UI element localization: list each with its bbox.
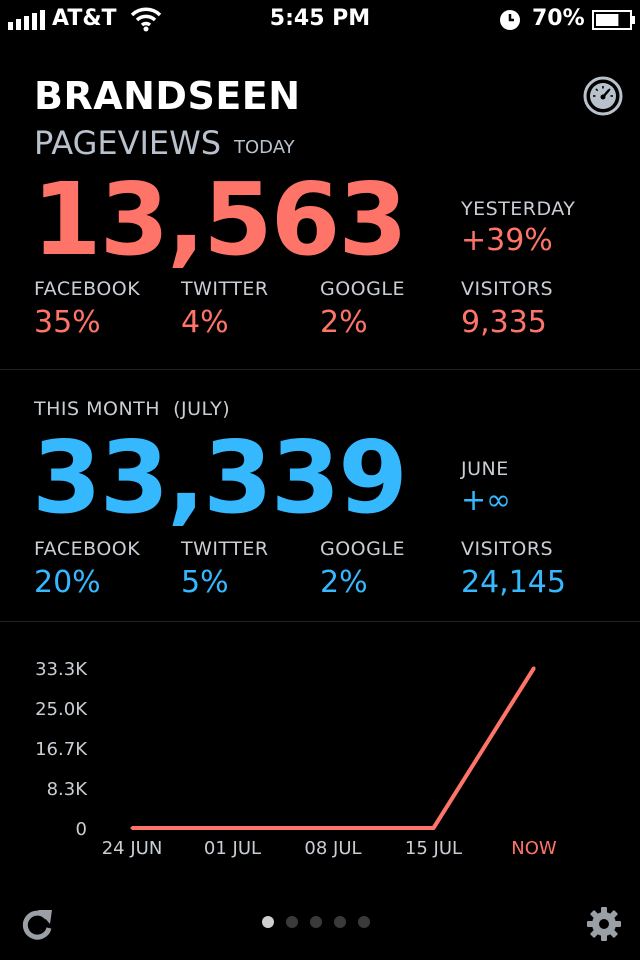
month-heading: THIS MONTH (JULY) xyxy=(34,398,231,420)
x-tick-label: 01 JUL xyxy=(204,838,261,859)
section-divider xyxy=(0,621,640,622)
page-dot[interactable] xyxy=(334,916,346,928)
x-tick-label: 15 JUL xyxy=(405,838,462,859)
y-tick-label: 25.0K xyxy=(35,699,88,720)
pageviews-line-chart: 33.3K 25.0K 16.7K 8.3K 0 24 JUN 01 JUL 08 JUL 15… xyxy=(35,659,557,859)
battery-icon xyxy=(592,10,635,30)
x-tick-label: 24 JUN xyxy=(102,838,163,859)
data-point xyxy=(432,826,435,830)
page-dot[interactable] xyxy=(286,916,298,928)
section-divider xyxy=(0,369,640,370)
period-label: TODAY xyxy=(234,137,295,158)
brand-title: BRANDSEEN xyxy=(34,74,301,118)
page-dot[interactable] xyxy=(262,916,274,928)
pageviews-heading: PAGEVIEWS xyxy=(34,124,222,162)
page-dot[interactable] xyxy=(310,916,322,928)
google-value: 2% xyxy=(320,565,368,600)
google-value: 2% xyxy=(320,305,368,340)
y-tick-label: 0 xyxy=(76,819,87,840)
june-label: JUNE xyxy=(461,458,509,480)
facebook-value: 20% xyxy=(34,565,101,600)
data-point xyxy=(130,826,134,830)
page-indicator[interactable] xyxy=(262,914,382,930)
facebook-value: 35% xyxy=(34,305,101,340)
twitter-label: TWITTER xyxy=(181,538,269,560)
visitors-label: VISITORS xyxy=(461,278,554,300)
twitter-value: 4% xyxy=(181,305,229,340)
y-tick-label: 33.3K xyxy=(35,659,88,680)
visitors-value: 9,335 xyxy=(461,305,547,340)
yesterday-label: YESTERDAY xyxy=(461,198,576,220)
battery-percent: 70% xyxy=(532,6,585,31)
gear-icon[interactable] xyxy=(586,906,622,942)
page-dot[interactable] xyxy=(358,916,370,928)
status-bar: AT&T 5:45 PM 70% xyxy=(0,0,640,40)
refresh-icon[interactable] xyxy=(20,906,54,942)
twitter-value: 5% xyxy=(181,565,229,600)
speedometer-icon[interactable] xyxy=(583,76,623,116)
visitors-label: VISITORS xyxy=(461,538,554,560)
june-change: +∞ xyxy=(461,483,512,518)
y-tick-label: 16.7K xyxy=(35,739,88,760)
visitors-value: 24,145 xyxy=(461,565,566,600)
data-point xyxy=(331,826,335,830)
pageviews-series-line xyxy=(132,666,536,830)
google-label: GOOGLE xyxy=(320,538,405,560)
facebook-label: FACEBOOK xyxy=(34,538,141,560)
y-tick-label: 8.3K xyxy=(47,779,89,800)
month-pageviews-count: 33,339 xyxy=(32,419,408,536)
data-point xyxy=(231,826,234,830)
data-point xyxy=(532,666,536,670)
today-pageviews-count: 13,563 xyxy=(32,161,408,278)
clock-lock-icon xyxy=(500,10,520,30)
facebook-label: FACEBOOK xyxy=(34,278,141,300)
yesterday-change: +39% xyxy=(461,223,553,258)
google-label: GOOGLE xyxy=(320,278,405,300)
twitter-label: TWITTER xyxy=(181,278,269,300)
x-tick-label: 08 JUL xyxy=(304,838,361,859)
x-tick-label: NOW xyxy=(511,838,557,859)
